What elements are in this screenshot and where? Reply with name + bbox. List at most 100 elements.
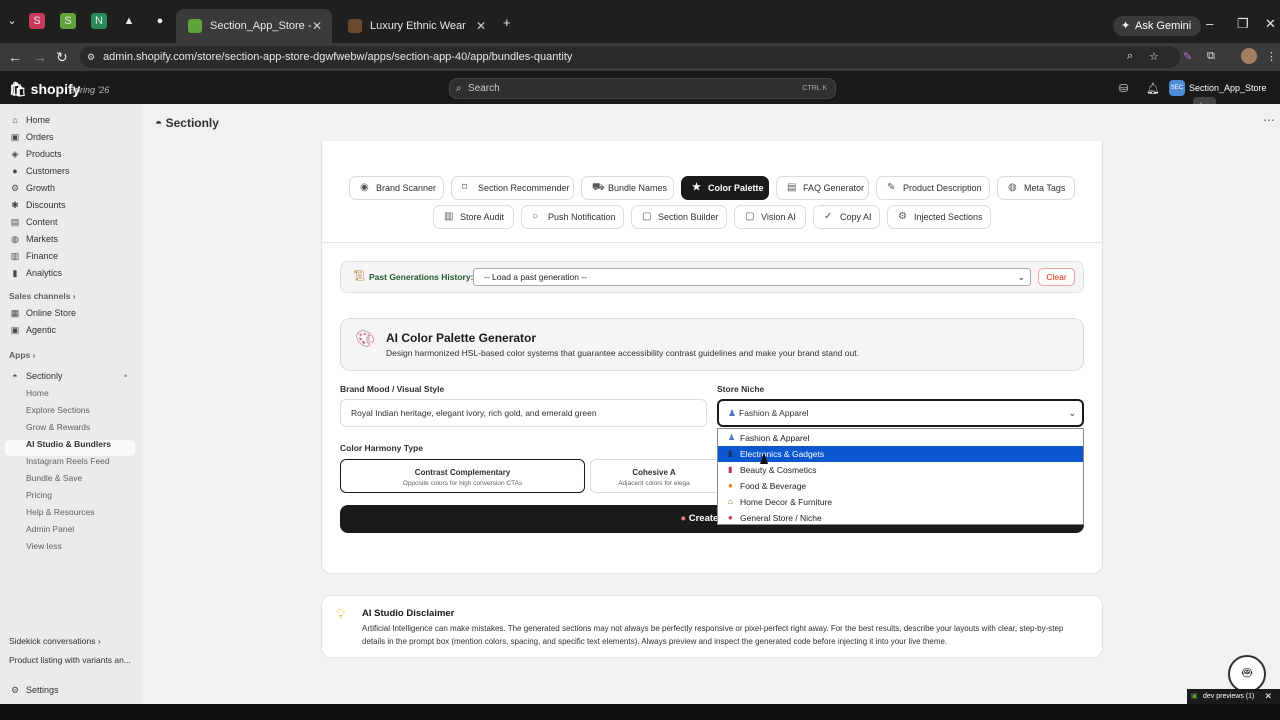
browser-menu-icon[interactable]: ⋮ [1266, 50, 1277, 63]
github-pinned-icon[interactable]: ● [152, 13, 168, 29]
nav-online-store[interactable]: ▦ Online Store [9, 305, 76, 321]
nav-sub-home[interactable]: Home [26, 385, 49, 401]
niche-option-food[interactable]: ● Food & Beverage [718, 478, 1083, 494]
nav-discounts[interactable]: ✱ Discounts [9, 197, 65, 213]
harmony-option-complementary[interactable]: Contrast Complementary Opposite colors f… [340, 459, 585, 493]
globe-icon: ◍ [1008, 182, 1017, 193]
tool-label: Push Notification [548, 212, 616, 222]
assistant-robot-button[interactable]: 🤖︎ [1228, 655, 1266, 693]
tool-bundle-names[interactable]: ⛟ Bundle Names [581, 176, 674, 200]
food-icon: ● [728, 481, 733, 490]
nav-sub-explore-sections[interactable]: Explore Sections [26, 402, 90, 418]
pinned-app-icon[interactable]: N [91, 13, 107, 29]
nav-sub-pricing[interactable]: Pricing [26, 487, 52, 503]
nav-agentic[interactable]: ▣ Agentic [9, 322, 56, 338]
new-tab-button[interactable]: + [503, 15, 511, 30]
tab-section-app-store[interactable]: Section_App_Store - Sectionly ✕ [176, 9, 332, 66]
niche-option-fashion[interactable]: ♟ Fashion & Apparel [718, 430, 1083, 446]
nav-growth[interactable]: ⚙ Growth [9, 180, 55, 196]
store-niche-select[interactable]: ♟ Fashion & Apparel ⌄ [717, 399, 1084, 427]
harmony-title: Cohesive A [632, 468, 676, 477]
tool-push-notification[interactable]: ○ Push Notification [521, 205, 624, 229]
clear-button[interactable]: Clear [1038, 268, 1075, 286]
nav-products[interactable]: ◈ Products [9, 146, 62, 162]
ask-gemini-button[interactable]: ✦ Ask Gemini [1113, 16, 1202, 36]
sidekick-conversation-item[interactable]: Product listing with variants an... [9, 655, 131, 665]
scroll-icon: 📜︎ [353, 271, 366, 282]
minimize-icon[interactable]: – [1206, 16, 1213, 31]
niche-option-general[interactable]: ● General Store / Niche [718, 510, 1083, 526]
vercel-pinned-icon[interactable]: ▲ [121, 13, 137, 29]
tool-section-builder[interactable]: ▢ Section Builder [631, 205, 727, 229]
more-actions-icon[interactable]: ⋯ [1263, 113, 1275, 127]
back-icon[interactable]: ← [8, 49, 22, 65]
apps-heading[interactable]: Apps › [9, 350, 35, 360]
nav-sub-grow-rewards[interactable]: Grow & Rewards [26, 419, 90, 435]
check-icon: ✓ [824, 211, 833, 222]
close-tab-icon[interactable]: ✕ [476, 9, 486, 43]
nav-home[interactable]: ⌂ Home [9, 112, 50, 128]
tool-copy-ai[interactable]: ✓ Copy AI [813, 205, 880, 229]
store-switcher[interactable]: SEC Section_App_Store dev [1169, 79, 1280, 115]
niche-option-beauty[interactable]: ▮ Beauty & Cosmetics [718, 462, 1083, 478]
tool-section-recommender[interactable]: ⌑ Section Recommender [451, 176, 574, 200]
tool-injected-sections[interactable]: ⚙ Injected Sections [887, 205, 991, 229]
nav-sub-admin-panel[interactable]: Admin Panel [26, 521, 74, 537]
reload-icon[interactable]: ↻ [56, 49, 68, 66]
inbox-icon[interactable]: ⛁ [1119, 82, 1128, 95]
tool-product-description[interactable]: ✎ Product Description [876, 176, 990, 200]
admin-search-input[interactable]: ⌕ Search CTRL K [449, 78, 836, 99]
nav-settings[interactable]: ⚙ Settings [9, 682, 59, 698]
nav-customers[interactable]: ● Customers [9, 163, 69, 179]
nav-sectionly[interactable]: ◓ Sectionly • [9, 368, 127, 384]
tool-brand-scanner[interactable]: ◉ Brand Scanner [349, 176, 444, 200]
harmony-option-cohesive[interactable]: Cohesive A Adjacent colors for elega [590, 459, 717, 493]
nav-sub-ai-studio[interactable]: AI Studio & Bundlers [26, 436, 111, 452]
nav-orders[interactable]: ▣ Orders [9, 129, 54, 145]
dev-previews-bar[interactable]: ▣ dev previews (1) ✕ [1187, 689, 1280, 704]
gear-icon: ⚙ [10, 685, 20, 695]
tool-store-audit[interactable]: ▥ Store Audit [433, 205, 514, 229]
pinned-tab-icon[interactable]: S [29, 13, 45, 29]
profile-avatar[interactable] [1241, 48, 1257, 64]
shopify-pinned-icon[interactable]: S [60, 13, 76, 29]
tool-meta-tags[interactable]: ◍ Meta Tags [997, 176, 1075, 200]
nav-finance[interactable]: ▥ Finance [9, 248, 58, 264]
pin-icon[interactable]: • [124, 368, 127, 384]
tool-faq-generator[interactable]: ▤ FAQ Generator [776, 176, 869, 200]
extensions-icon[interactable]: ⧉ [1207, 50, 1215, 63]
tab-search-icon[interactable]: ⌄ [4, 13, 20, 29]
maximize-icon[interactable]: ❐ [1237, 16, 1249, 32]
content-icon: ▤ [10, 217, 20, 227]
history-select[interactable]: -- Load a past generation -- ⌄ [473, 268, 1031, 286]
tool-vision-ai[interactable]: ▢ Vision AI [734, 205, 806, 229]
sidekick-heading[interactable]: Sidekick conversations › [9, 636, 101, 646]
url-field[interactable]: ⚙ admin.shopify.com/store/section-app-st… [80, 46, 1180, 68]
bookmark-star-icon[interactable]: ☆ [1149, 50, 1159, 63]
lock-icon: ▢ [745, 211, 755, 222]
nav-sub-view-less[interactable]: View less [26, 538, 62, 554]
nav-content[interactable]: ▤ Content [9, 214, 58, 230]
nav-label: Orders [26, 132, 54, 142]
nav-sub-bundle-save[interactable]: Bundle & Save [26, 470, 82, 486]
close-tab-icon[interactable]: ✕ [312, 9, 322, 43]
brand-mood-input[interactable]: Royal Indian heritage, elegant ivory, ri… [340, 399, 707, 427]
forward-icon[interactable]: → [33, 49, 47, 65]
site-info-icon[interactable]: ⚙ [87, 46, 95, 68]
extension-pen-icon[interactable]: ✎ [1183, 50, 1192, 63]
tab-luxury-ethnic-wear[interactable]: Luxury Ethnic Wear ✕ [336, 9, 496, 43]
nav-sub-instagram-reels[interactable]: Instagram Reels Feed [26, 453, 110, 469]
sales-channels-heading[interactable]: Sales channels › [9, 291, 76, 301]
niche-option-electronics[interactable]: ▮ Electronics & Gadgets [718, 446, 1083, 462]
nav-analytics[interactable]: ▮ Analytics [9, 265, 63, 281]
nav-markets[interactable]: ◍ Markets [9, 231, 58, 247]
niche-option-home-decor[interactable]: ⌂ Home Decor & Furniture [718, 494, 1083, 510]
nav-sub-help[interactable]: Help & Resources [26, 504, 95, 520]
zoom-icon[interactable]: ⌕ [1127, 50, 1133, 63]
notification-bell-icon[interactable]: 🔔︎ [1146, 82, 1160, 95]
close-window-icon[interactable]: ✕ [1265, 16, 1276, 32]
tool-label: Store Audit [460, 212, 505, 222]
history-label: Past Generations History: [369, 272, 474, 282]
close-icon[interactable]: ✕ [1264, 689, 1272, 704]
tool-color-palette[interactable]: ★ Color Palette [681, 176, 769, 200]
